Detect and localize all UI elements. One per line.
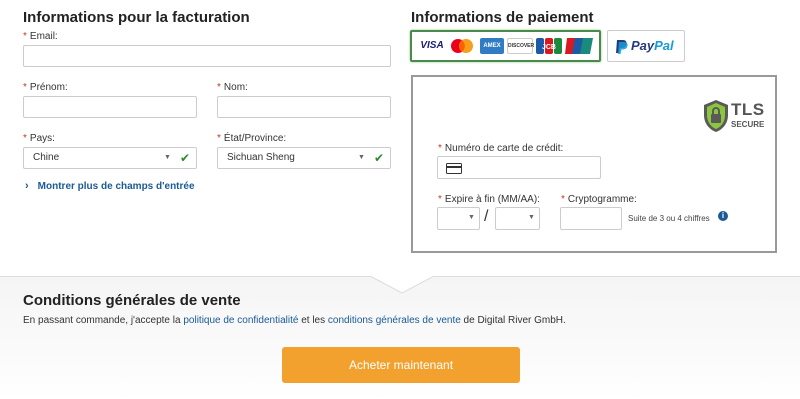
firstname-field[interactable] [23,96,197,118]
tab-paypal[interactable]: PayPal [607,30,685,62]
chevron-down-icon: ▼ [528,214,535,221]
jcb-icon: JCB [536,38,562,54]
svg-text:JCB: JCB [542,44,556,51]
shield-lock-icon [704,100,728,132]
section-divider-arrow [370,276,434,294]
chevron-down-icon: ▼ [358,154,365,161]
check-icon: ✔ [373,151,384,165]
expiry-label: * Expire à fin (MM/AA): [438,194,540,205]
privacy-policy-link[interactable]: politique de confidentialité [183,315,298,326]
country-value: Chine [33,152,60,163]
amex-icon: AMEX [480,38,504,54]
info-icon[interactable]: i [718,211,728,221]
buy-now-button[interactable]: Acheter maintenant [282,347,520,383]
state-label: * État/Province: [217,133,287,144]
cvv-hint: Suite de 3 ou 4 chiffres [628,214,710,223]
email-field[interactable] [23,45,391,67]
billing-title: Informations pour la facturation [23,9,250,26]
payment-title: Informations de paiement [411,9,594,26]
credit-card-icon [446,163,462,174]
cvv-label: * Cryptogramme: [561,194,637,205]
tls-secure-badge: TLS SECURE [703,99,775,135]
paypal-icon [615,39,628,59]
terms-text: En passant commande, j'accepte la politi… [23,315,566,326]
country-select[interactable]: Chine ▼ ✔ [23,147,197,169]
paypal-label: PayPal [631,38,674,53]
expiry-year-select[interactable]: ▼ [495,207,540,230]
cvv-field[interactable] [560,207,622,230]
card-payment-panel: TLS SECURE * Numéro de carte de crédit: *… [411,75,777,253]
expiry-month-select[interactable]: ▼ [437,207,480,230]
mastercard-icon [448,38,476,54]
expiry-separator: / [484,208,489,225]
chevron-down-icon: ▼ [164,154,171,161]
country-label: * Pays: [23,133,55,144]
firstname-label: * Prénom: [23,82,68,93]
terms-title: Conditions générales de vente [23,292,241,309]
chevron-down-icon: ▼ [468,214,475,221]
card-number-label: * Numéro de carte de crédit: [438,143,564,154]
card-number-field[interactable] [437,156,601,179]
unionpay-icon [565,38,593,54]
state-value: Sichuan Sheng [227,152,295,163]
discover-icon: DISCOVER [507,38,534,54]
show-more-fields-link[interactable]: › Montrer plus de champs d'entrée [25,180,195,192]
tab-credit-cards[interactable]: VISA AMEX DISCOVER JCB [410,30,601,62]
chevron-right-icon: › [25,180,29,192]
visa-icon: VISA [420,40,444,51]
state-select[interactable]: Sichuan Sheng ▼ ✔ [217,147,391,169]
check-icon: ✔ [179,151,190,165]
lastname-field[interactable] [217,96,391,118]
tls-badge-subtitle: SECURE [731,120,765,129]
tls-badge-title: TLS [731,100,765,119]
email-label: * Email: [23,31,58,42]
lastname-label: * Nom: [217,82,248,93]
terms-of-sale-link[interactable]: conditions générales de vente [328,315,461,326]
